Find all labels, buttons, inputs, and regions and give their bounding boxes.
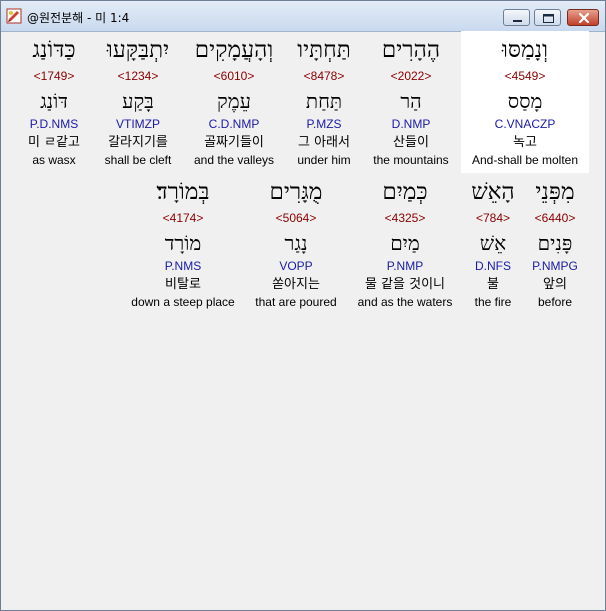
parsing-code: P.NMP bbox=[386, 259, 424, 273]
minimize-icon bbox=[513, 20, 522, 22]
maximize-icon bbox=[543, 14, 554, 23]
hebrew-word: מֻגָּרִים bbox=[269, 179, 323, 205]
close-button[interactable] bbox=[567, 9, 599, 26]
english-gloss: that are poured bbox=[255, 295, 337, 309]
english-gloss: and as the waters bbox=[357, 295, 453, 309]
word-cell[interactable]: מֻגָּרִים <5064> נָגַר VOPP 쏟아지는 that ar… bbox=[232, 176, 360, 310]
lemma: מוֹרָד bbox=[164, 231, 202, 255]
korean-gloss: 물 같을 것이니 bbox=[364, 277, 446, 292]
strong-number: <4325> bbox=[384, 211, 426, 225]
word-cell[interactable]: כַּדּוֹנַג <1749> דּוֹנַג P.D.NMS 미 ㄹ같고 … bbox=[1, 34, 118, 168]
hebrew-word: וְנָמַסּוּ bbox=[502, 37, 548, 63]
app-window: @원전분해 - 미 1:4 וְנָמַסּוּ <4549> מָסַס C.… bbox=[0, 0, 606, 611]
strong-number: <1749> bbox=[33, 69, 75, 83]
korean-gloss: 비탈로 bbox=[165, 277, 201, 292]
word-cell[interactable]: בְּמוֹרָד׃ <4174> מוֹרָד P.NMS 비탈로 down … bbox=[119, 176, 247, 310]
parsing-code: VOPP bbox=[279, 259, 313, 273]
lemma: דּוֹנַג bbox=[40, 89, 68, 113]
hebrew-word: בְּמוֹרָד׃ bbox=[156, 179, 210, 205]
korean-gloss: 쏟아지는 bbox=[272, 277, 320, 292]
word-cell[interactable]: וְנָמַסּוּ <4549> מָסַס C.VNACZP 녹고 And-… bbox=[461, 34, 589, 168]
word-cell[interactable]: כְּמַיִם <4325> מַיִם P.NMP 물 같을 것이니 and… bbox=[341, 176, 469, 310]
korean-gloss: 녹고 bbox=[513, 135, 537, 150]
hebrew-word: כַּדּוֹנַג bbox=[32, 37, 76, 63]
strong-number: <5064> bbox=[275, 211, 317, 225]
parsing-code: C.VNACZP bbox=[494, 117, 556, 131]
maximize-button[interactable] bbox=[534, 9, 561, 26]
parsing-code: P.NMS bbox=[164, 259, 202, 273]
lemma: מָסַס bbox=[507, 89, 543, 113]
strong-number: <4549> bbox=[504, 69, 546, 83]
english-gloss: down a steep place bbox=[131, 295, 235, 309]
english-gloss: as wasx bbox=[32, 153, 76, 167]
lemma: מַיִם bbox=[390, 231, 420, 255]
app-icon bbox=[6, 8, 22, 24]
hebrew-word: כְּמַיִם bbox=[382, 179, 428, 205]
title-bar[interactable]: @원전분해 - 미 1:4 bbox=[1, 1, 605, 32]
strong-number: <4174> bbox=[162, 211, 204, 225]
english-gloss: And-shall be molten bbox=[471, 153, 579, 167]
window-title: @원전분해 - 미 1:4 bbox=[27, 11, 130, 25]
parsing-code: P.D.NMS bbox=[29, 117, 79, 131]
minimize-button[interactable] bbox=[503, 9, 530, 26]
korean-gloss: 미 ㄹ같고 bbox=[28, 135, 80, 150]
lemma: נָגַר bbox=[284, 231, 308, 255]
close-icon bbox=[578, 12, 590, 24]
